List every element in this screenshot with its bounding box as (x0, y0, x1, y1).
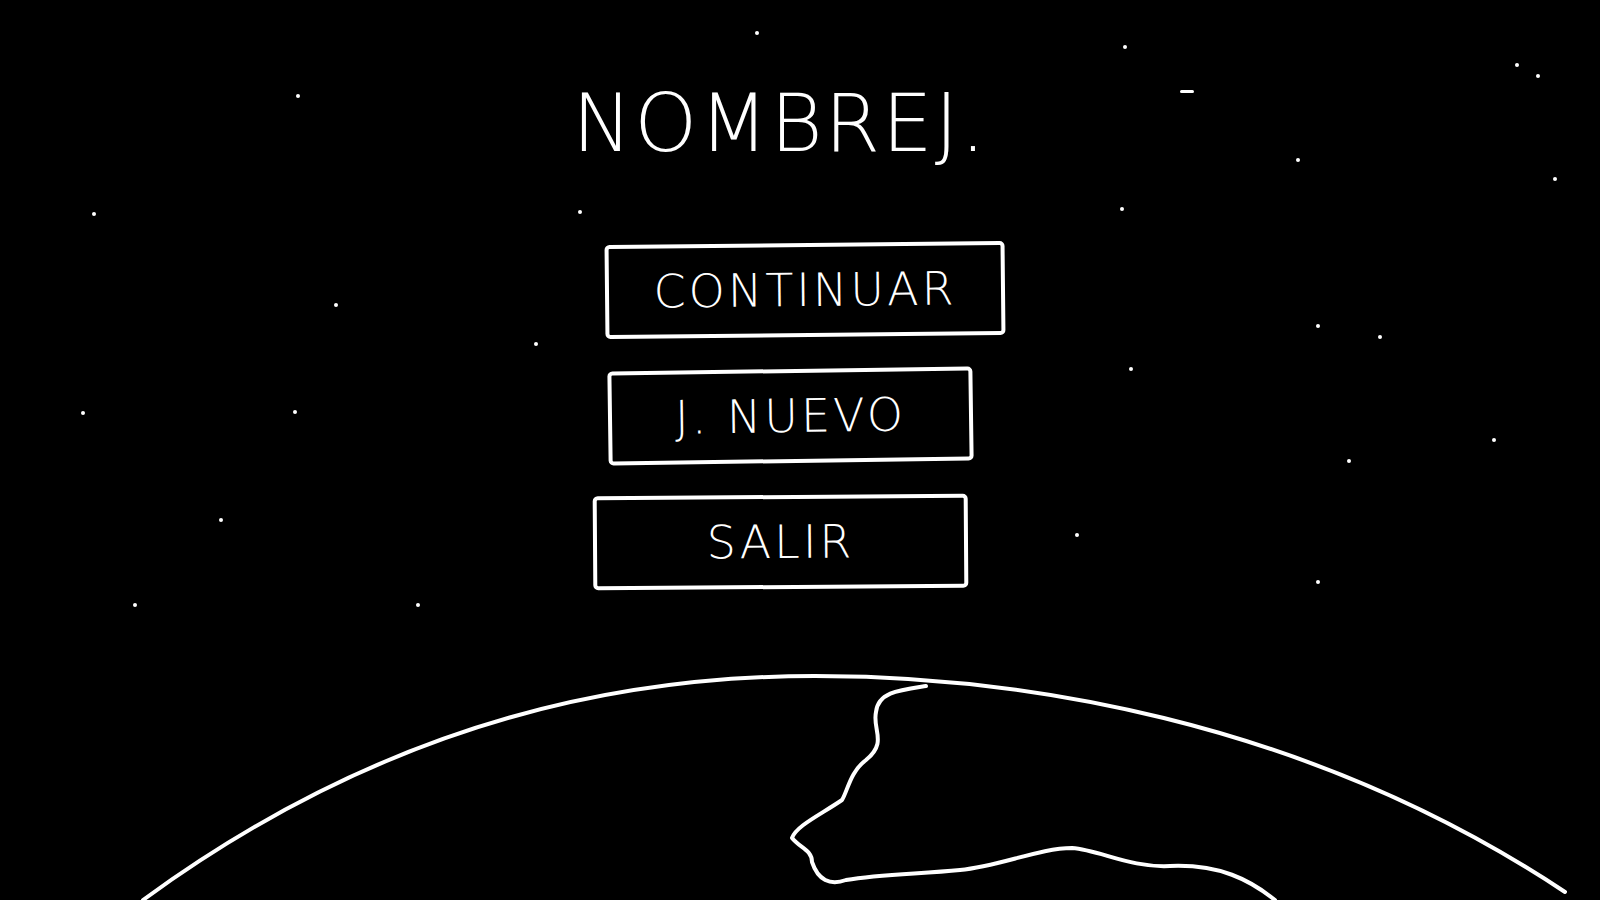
star (578, 210, 582, 214)
star (296, 94, 300, 98)
star (1123, 45, 1127, 49)
star (334, 303, 338, 307)
star (92, 212, 96, 216)
game-title: NOMBREJ. (572, 80, 987, 168)
star (1075, 533, 1079, 537)
star (1347, 459, 1351, 463)
star (416, 603, 420, 607)
star (1378, 335, 1382, 339)
star (1316, 580, 1320, 584)
star (1492, 438, 1496, 442)
star (1553, 177, 1557, 181)
menu-button[interactable]: SALIR (592, 494, 968, 591)
menu-button[interactable]: J. NUEVO (607, 366, 973, 465)
star (1296, 158, 1300, 162)
star (1316, 324, 1320, 328)
menu-buttons: CONTINUARJ. NUEVOSALIR (600, 243, 1000, 589)
star (1536, 74, 1540, 78)
main-menu-screen: NOMBREJ.CONTINUARJ. NUEVOSALIR (0, 0, 1600, 900)
star (133, 603, 137, 607)
star (755, 31, 759, 35)
star (1120, 207, 1124, 211)
star (219, 518, 223, 522)
star (81, 411, 85, 415)
menu-button[interactable]: CONTINUAR (605, 241, 1006, 339)
menu: NOMBREJ.CONTINUARJ. NUEVOSALIR (0, 0, 1600, 589)
star (1129, 367, 1133, 371)
star (1515, 63, 1519, 67)
star (534, 342, 538, 346)
star (1180, 90, 1194, 93)
star (293, 410, 297, 414)
